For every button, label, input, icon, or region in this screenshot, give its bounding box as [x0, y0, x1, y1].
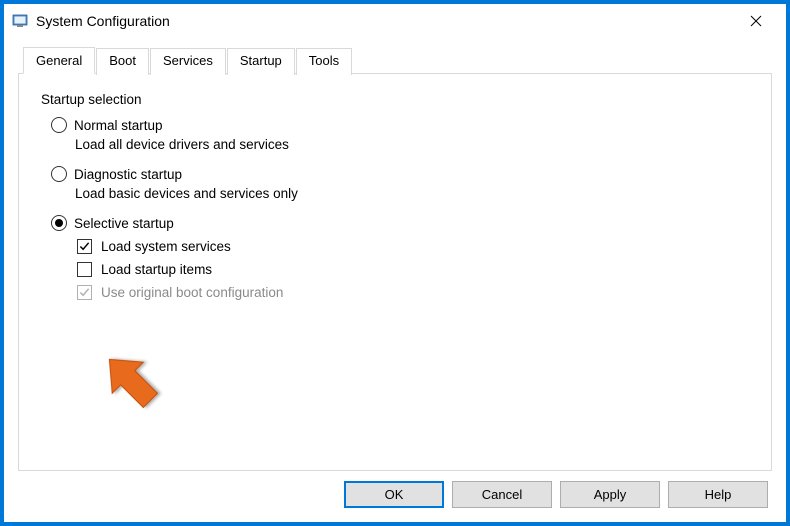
- apply-button[interactable]: Apply: [560, 481, 660, 508]
- checkmark-icon: [79, 241, 90, 252]
- radio-diagnostic-label: Diagnostic startup: [74, 167, 182, 182]
- button-row: OK Cancel Apply Help: [18, 481, 772, 508]
- checkmark-icon: [79, 287, 90, 298]
- radio-normal-label: Normal startup: [74, 118, 163, 133]
- radio-selective-startup[interactable]: Selective startup: [51, 215, 749, 231]
- close-button[interactable]: [734, 6, 778, 36]
- titlebar: System Configuration: [4, 4, 786, 38]
- client-area: General Boot Services Startup Tools Star…: [4, 38, 786, 522]
- tab-services[interactable]: Services: [150, 48, 226, 75]
- checkbox-load-system-services[interactable]: Load system services: [77, 239, 749, 254]
- ok-button[interactable]: OK: [344, 481, 444, 508]
- load-startup-items-label: Load startup items: [101, 262, 212, 277]
- use-original-boot-label: Use original boot configuration: [101, 285, 283, 300]
- close-icon: [750, 15, 762, 27]
- radio-icon: [51, 166, 67, 182]
- tab-startup[interactable]: Startup: [227, 48, 295, 75]
- general-panel: Startup selection Normal startup Load al…: [18, 73, 772, 471]
- checkbox-use-original-boot: Use original boot configuration: [77, 285, 749, 300]
- tabstrip: General Boot Services Startup Tools: [23, 46, 772, 73]
- window-title: System Configuration: [36, 13, 734, 29]
- radio-diagnostic-startup[interactable]: Diagnostic startup: [51, 166, 749, 182]
- radio-icon: [51, 117, 67, 133]
- tab-general[interactable]: General: [23, 47, 95, 74]
- checkbox-icon: [77, 239, 92, 254]
- help-button[interactable]: Help: [668, 481, 768, 508]
- checkbox-icon: [77, 285, 92, 300]
- radio-selective-label: Selective startup: [74, 216, 174, 231]
- system-configuration-window: System Configuration General Boot Servic…: [4, 4, 786, 522]
- load-system-services-label: Load system services: [101, 239, 231, 254]
- checkbox-icon: [77, 262, 92, 277]
- radio-icon: [51, 215, 67, 231]
- tab-tools[interactable]: Tools: [296, 48, 352, 75]
- app-icon: [12, 13, 28, 29]
- startup-selection-label: Startup selection: [41, 92, 749, 107]
- checkbox-load-startup-items[interactable]: Load startup items: [77, 262, 749, 277]
- diagnostic-startup-desc: Load basic devices and services only: [75, 186, 749, 201]
- tab-boot[interactable]: Boot: [96, 48, 149, 75]
- cancel-button[interactable]: Cancel: [452, 481, 552, 508]
- radio-normal-startup[interactable]: Normal startup: [51, 117, 749, 133]
- normal-startup-desc: Load all device drivers and services: [75, 137, 749, 152]
